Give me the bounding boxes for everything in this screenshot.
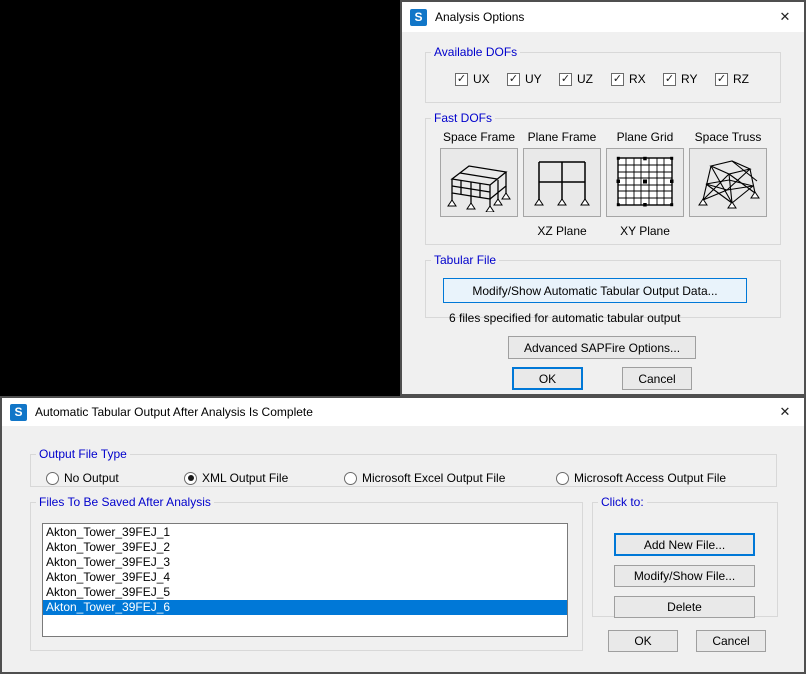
dof-uy: ✓ UY (507, 72, 559, 86)
uz-checkbox[interactable]: ✓ (559, 73, 572, 86)
list-item[interactable]: Akton_Tower_39FEJ_2 (43, 540, 567, 555)
dof-ry: ✓ RY (663, 72, 715, 86)
xml-output-radio-icon[interactable] (184, 472, 197, 485)
dof-ux: ✓ UX (455, 72, 507, 86)
access-output-radio-icon[interactable] (556, 472, 569, 485)
list-item[interactable]: Akton_Tower_39FEJ_4 (43, 570, 567, 585)
tabular-output-titlebar: S Automatic Tabular Output After Analysi… (2, 398, 804, 426)
space-frame-column: Space Frame (440, 130, 518, 238)
xml-output-label: XML Output File (202, 471, 288, 485)
uy-checkbox[interactable]: ✓ (507, 73, 520, 86)
plane-grid-button[interactable] (606, 148, 684, 217)
space-frame-icon (445, 153, 513, 212)
tabular-output-body: Output File Type No Output XML Output Fi… (2, 426, 804, 672)
ux-checkbox[interactable]: ✓ (455, 73, 468, 86)
check-icon: ✓ (561, 74, 570, 85)
output-file-type-label: Output File Type (36, 447, 130, 461)
delete-file-button[interactable]: Delete (614, 596, 755, 618)
available-dofs-label: Available DOFs (431, 45, 520, 59)
analysis-options-cancel-button[interactable]: Cancel (622, 367, 692, 390)
plane-grid-icon (611, 153, 679, 212)
tabular-output-ok-button[interactable]: OK (608, 630, 678, 652)
rx-label: RX (629, 72, 646, 86)
ux-label: UX (473, 72, 490, 86)
excel-output-radio-icon[interactable] (344, 472, 357, 485)
files-to-be-saved-label: Files To Be Saved After Analysis (36, 495, 214, 509)
analysis-options-body: Available DOFs ✓ UX ✓ UY ✓ UZ ✓ RX (402, 32, 804, 394)
analysis-options-dialog: S Analysis Options ✕ Available DOFs ✓ UX… (400, 0, 806, 396)
analysis-options-ok-button[interactable]: OK (512, 367, 583, 390)
plane-frame-icon (528, 153, 596, 212)
sap2000-logo-icon: S (410, 9, 427, 26)
space-frame-button[interactable] (440, 148, 518, 217)
plane-grid-column: Plane Grid (606, 130, 684, 238)
dof-rx: ✓ RX (611, 72, 663, 86)
rz-label: RZ (733, 72, 749, 86)
radio-excel-output[interactable]: Microsoft Excel Output File (344, 471, 505, 485)
no-output-label: No Output (64, 471, 119, 485)
ry-checkbox[interactable]: ✓ (663, 73, 676, 86)
radio-selected-dot (188, 475, 194, 481)
plane-grid-label: Plane Grid (617, 130, 674, 148)
advanced-sapfire-options-button[interactable]: Advanced SAPFire Options... (508, 336, 696, 359)
space-truss-column: Space Truss (689, 130, 767, 238)
output-file-type-group: Output File Type No Output XML Output Fi… (30, 447, 777, 487)
tabular-file-group: Tabular File Modify/Show Automatic Tabul… (425, 253, 781, 318)
tabular-file-label: Tabular File (431, 253, 499, 267)
dof-uz: ✓ UZ (559, 72, 611, 86)
list-item-selected[interactable]: Akton_Tower_39FEJ_6 (43, 600, 567, 615)
fast-dofs-label: Fast DOFs (431, 111, 495, 125)
app-canvas: { "icons": { "app_logo_letter": "S", "cl… (0, 0, 806, 674)
space-truss-icon (694, 153, 762, 212)
check-icon: ✓ (613, 74, 622, 85)
radio-xml-output[interactable]: XML Output File (184, 471, 288, 485)
uy-label: UY (525, 72, 542, 86)
fast-dofs-group: Fast DOFs Space Frame (425, 111, 781, 245)
check-icon: ✓ (665, 74, 674, 85)
modify-show-file-button[interactable]: Modify/Show File... (614, 565, 755, 587)
uz-label: UZ (577, 72, 593, 86)
modify-show-tabular-output-button[interactable]: Modify/Show Automatic Tabular Output Dat… (443, 278, 747, 303)
analysis-options-title: Analysis Options (435, 10, 524, 24)
plane-frame-sublabel: XZ Plane (537, 224, 586, 238)
fast-dofs-columns: Space Frame (440, 130, 780, 238)
plane-frame-button[interactable] (523, 148, 601, 217)
close-icon[interactable]: ✕ (772, 404, 798, 420)
list-item[interactable]: Akton_Tower_39FEJ_3 (43, 555, 567, 570)
plane-frame-label: Plane Frame (528, 130, 597, 148)
analysis-options-titlebar: S Analysis Options ✕ (402, 2, 804, 32)
check-icon: ✓ (717, 74, 726, 85)
files-to-be-saved-group: Files To Be Saved After Analysis Akton_T… (30, 495, 583, 651)
rz-checkbox[interactable]: ✓ (715, 73, 728, 86)
list-item[interactable]: Akton_Tower_39FEJ_1 (43, 525, 567, 540)
close-icon[interactable]: ✕ (772, 9, 798, 25)
check-icon: ✓ (509, 74, 518, 85)
excel-output-label: Microsoft Excel Output File (362, 471, 505, 485)
dof-checkbox-row: ✓ UX ✓ UY ✓ UZ ✓ RX ✓ RY (455, 72, 780, 86)
radio-no-output[interactable]: No Output (46, 471, 119, 485)
radio-access-output[interactable]: Microsoft Access Output File (556, 471, 726, 485)
list-item[interactable]: Akton_Tower_39FEJ_5 (43, 585, 567, 600)
no-output-radio-icon[interactable] (46, 472, 59, 485)
space-frame-label: Space Frame (443, 130, 515, 148)
ry-label: RY (681, 72, 697, 86)
plane-grid-sublabel: XY Plane (620, 224, 670, 238)
plane-frame-column: Plane Frame (523, 130, 601, 238)
tabular-output-dialog: S Automatic Tabular Output After Analysi… (0, 396, 806, 674)
check-icon: ✓ (457, 74, 466, 85)
files-listbox[interactable]: Akton_Tower_39FEJ_1 Akton_Tower_39FEJ_2 … (42, 523, 568, 637)
click-to-label: Click to: (598, 495, 647, 509)
space-truss-button[interactable] (689, 148, 767, 217)
tabular-output-cancel-button[interactable]: Cancel (696, 630, 766, 652)
tabular-file-status-text: 6 files specified for automatic tabular … (449, 311, 680, 325)
click-to-group: Click to: Add New File... Modify/Show Fi… (592, 495, 778, 617)
dof-rz: ✓ RZ (715, 72, 767, 86)
sap2000-logo-icon: S (10, 404, 27, 421)
add-new-file-button[interactable]: Add New File... (614, 533, 755, 556)
access-output-label: Microsoft Access Output File (574, 471, 726, 485)
space-truss-label: Space Truss (695, 130, 762, 148)
rx-checkbox[interactable]: ✓ (611, 73, 624, 86)
tabular-output-title: Automatic Tabular Output After Analysis … (35, 405, 313, 419)
available-dofs-group: Available DOFs ✓ UX ✓ UY ✓ UZ ✓ RX (425, 45, 781, 103)
